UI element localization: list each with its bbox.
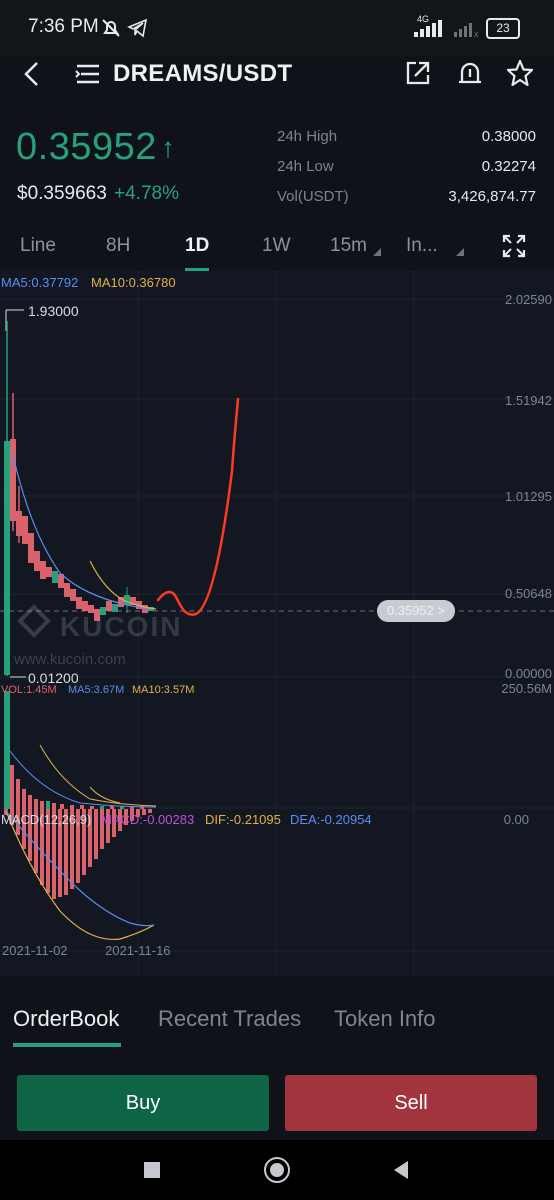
macd-params-label: MACD(12,26,9) bbox=[1, 812, 92, 827]
date-label: 2021-11-16 bbox=[105, 943, 171, 958]
recent-apps-icon[interactable] bbox=[144, 1162, 160, 1178]
battery-icon: 23 bbox=[486, 18, 520, 39]
vol-ma5-label: MA5:3.67M bbox=[68, 684, 125, 696]
active-tab-indicator bbox=[13, 1043, 121, 1047]
price-axis-label: 2.02590 bbox=[505, 292, 552, 307]
tab-line[interactable]: Line bbox=[20, 235, 56, 257]
svg-text:x: x bbox=[474, 29, 479, 38]
home-icon[interactable] bbox=[264, 1157, 290, 1183]
dropdown-corner-icon bbox=[373, 248, 381, 256]
stat-value: 3,426,874.77 bbox=[448, 188, 536, 205]
fullscreen-icon[interactable] bbox=[502, 234, 526, 258]
stat-label: Vol(USDT) bbox=[277, 188, 349, 205]
dif-label: DIF:-0.21095 bbox=[205, 812, 281, 827]
watermark: KUCOIN bbox=[60, 611, 183, 642]
tab-orderbook[interactable]: OrderBook bbox=[13, 1006, 119, 1032]
battery-level: 23 bbox=[496, 21, 510, 35]
price-axis-label: 1.01295 bbox=[505, 489, 552, 504]
tab-15m[interactable]: 15m bbox=[330, 235, 367, 257]
date-label: 2021-11-02 bbox=[2, 943, 68, 958]
price-change-percent: +4.78% bbox=[114, 183, 179, 204]
ma5-label: MA5:0.37792 bbox=[1, 275, 79, 290]
current-price-tag[interactable]: 0.35952 > bbox=[377, 600, 455, 622]
menu-list-icon[interactable] bbox=[74, 62, 102, 86]
volume-axis-label: 250.56M bbox=[501, 681, 552, 696]
buy-button[interactable]: Buy bbox=[17, 1075, 269, 1131]
status-time: 7:36 PM bbox=[28, 16, 99, 37]
macd-value-label: MACD:-0.00283 bbox=[101, 812, 195, 827]
macd-axis-label: 0.00 bbox=[503, 812, 529, 827]
price-axis-label: 0.50648 bbox=[505, 586, 552, 601]
status-bar: 7:36 PM 4G x 23 bbox=[0, 0, 554, 56]
vol-ma10-label: MA10:3.57M bbox=[132, 684, 195, 696]
hand-drawn-annotation bbox=[156, 397, 240, 616]
vol-label: VOL:1.45M bbox=[1, 684, 57, 696]
stat-value: 0.32274 bbox=[481, 158, 536, 175]
sell-button[interactable]: Sell bbox=[285, 1075, 537, 1131]
tab-recent-trades[interactable]: Recent Trades bbox=[158, 1006, 301, 1032]
share-icon[interactable] bbox=[404, 59, 432, 87]
back-icon[interactable] bbox=[392, 1159, 410, 1181]
signal-icon bbox=[414, 20, 442, 37]
ma10-label: MA10:0.36780 bbox=[91, 275, 176, 290]
last-price: 0.35952 bbox=[16, 126, 157, 168]
system-nav-bar bbox=[0, 1140, 554, 1200]
stat-label: 24h Low bbox=[277, 158, 334, 175]
stat-value: 0.38000 bbox=[481, 128, 536, 145]
signal-weak-icon: x bbox=[454, 23, 479, 38]
price-axis-label: 1.51942 bbox=[505, 393, 552, 408]
telegram-icon bbox=[127, 18, 148, 38]
price-up-arrow-icon: ↑ bbox=[161, 132, 175, 163]
tab-indicators[interactable]: In... bbox=[406, 235, 438, 257]
tab-1d[interactable]: 1D bbox=[185, 235, 209, 257]
stat-label: 24h High bbox=[277, 128, 338, 145]
price-axis-label: 0.00000 bbox=[505, 666, 552, 681]
tab-token-info[interactable]: Token Info bbox=[334, 1006, 436, 1032]
tab-1w[interactable]: 1W bbox=[262, 235, 291, 257]
muted-bell-icon bbox=[102, 19, 120, 37]
watermark-url: www.kucoin.com bbox=[14, 651, 126, 668]
back-arrow-icon[interactable] bbox=[20, 60, 44, 88]
dea-label: DEA:-0.20954 bbox=[290, 812, 372, 827]
price-usd: $0.359663 bbox=[17, 183, 107, 204]
candlestick-chart[interactable]: MA5:0.37792 MA10:0.36780 2.02590 1.51942… bbox=[0, 271, 554, 976]
price-alert-icon[interactable] bbox=[456, 59, 484, 87]
chart-high-label: 1.93000 bbox=[28, 303, 79, 319]
dropdown-corner-icon bbox=[456, 248, 464, 256]
kucoin-logo-icon bbox=[17, 604, 51, 638]
favorite-star-icon[interactable] bbox=[506, 59, 534, 87]
trading-pair-title[interactable]: DREAMS/USDT bbox=[113, 60, 292, 88]
tab-8h[interactable]: 8H bbox=[106, 235, 130, 257]
